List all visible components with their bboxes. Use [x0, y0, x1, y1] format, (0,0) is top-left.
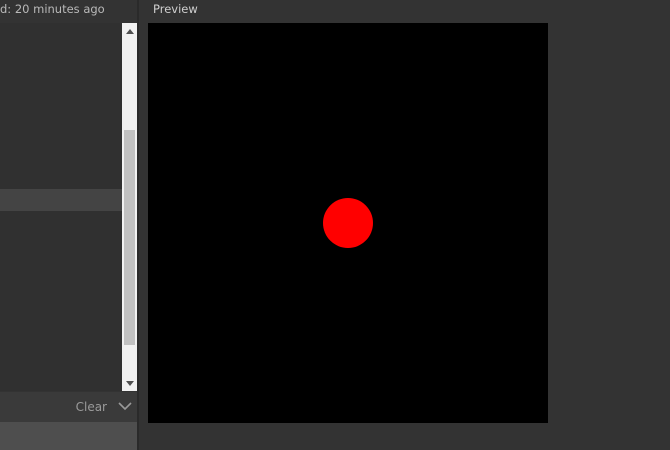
saved-status-text: d: 20 minutes ago	[0, 0, 137, 18]
chevron-down-icon[interactable]	[118, 400, 132, 412]
editor-scrollbar[interactable]	[122, 23, 137, 391]
console-output	[0, 422, 137, 450]
code-editor[interactable]	[0, 23, 137, 391]
preview-label: Preview	[153, 2, 198, 16]
scroll-up-arrow[interactable]	[122, 23, 137, 39]
scroll-down-arrow[interactable]	[122, 375, 137, 391]
console-header: Clear	[0, 392, 137, 422]
scrollbar-thumb[interactable]	[124, 130, 135, 345]
preview-canvas[interactable]	[148, 23, 548, 423]
editor-content-area[interactable]	[0, 23, 122, 391]
active-line-highlight	[0, 189, 122, 211]
red-circle	[323, 198, 373, 248]
clear-console-button[interactable]: Clear	[76, 392, 107, 422]
editor-pane: d: 20 minutes ago Clear	[0, 0, 137, 450]
pane-divider[interactable]	[137, 0, 139, 450]
